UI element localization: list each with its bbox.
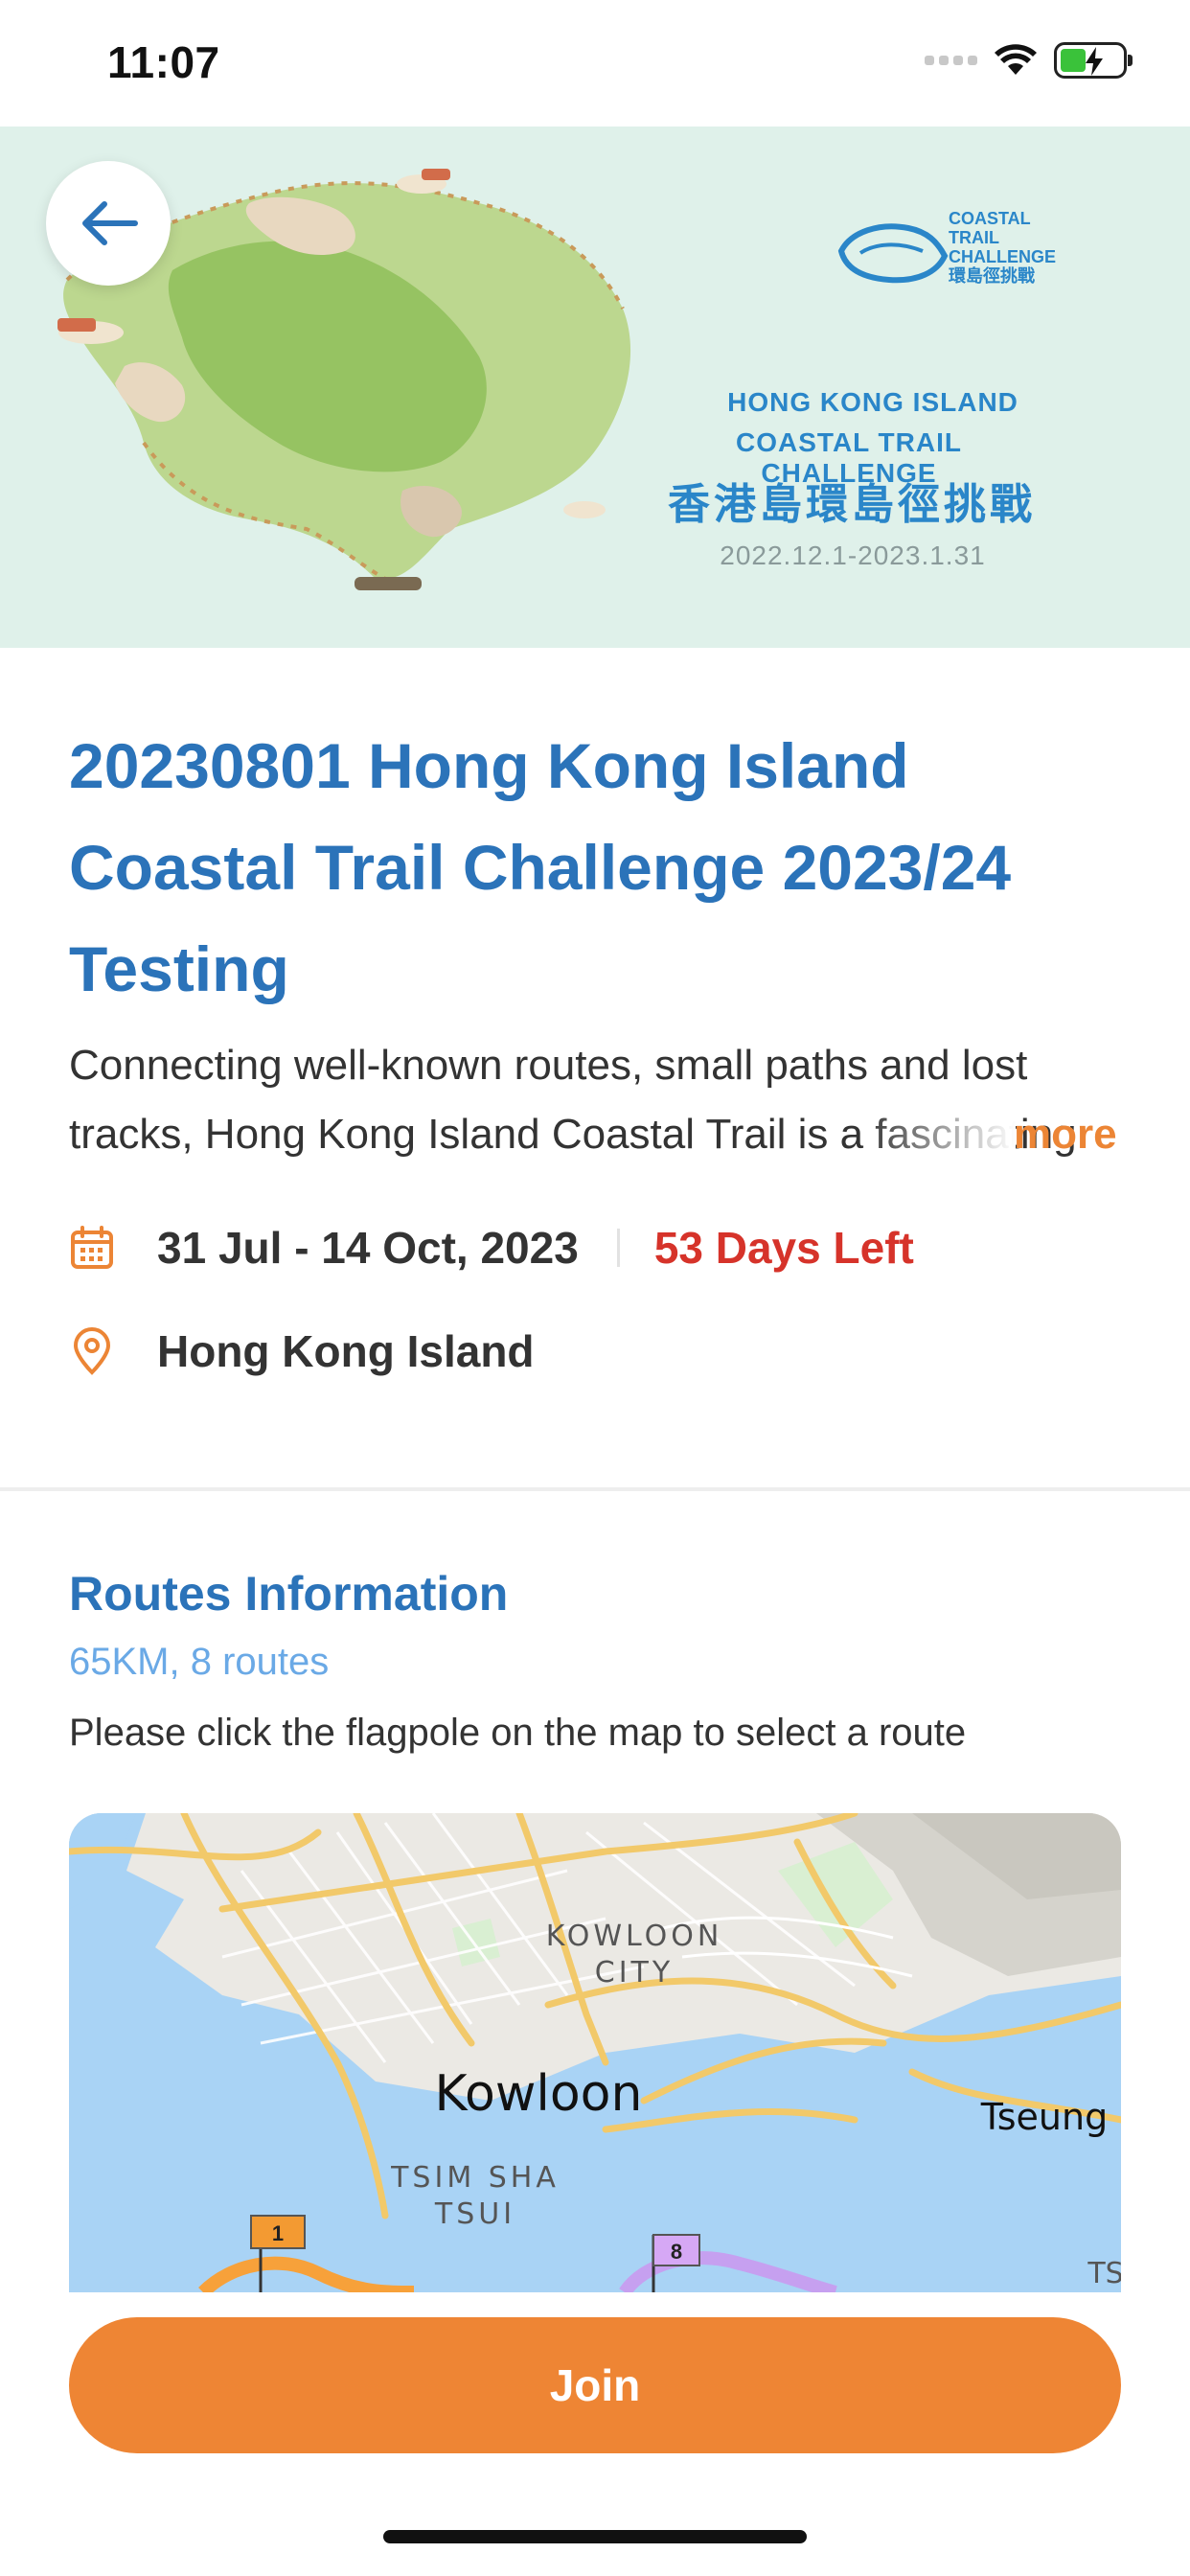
- status-icons: [925, 42, 1133, 79]
- map-label-tsim-sha-1: TSIM SHA: [390, 2161, 560, 2195]
- status-time: 11:07: [107, 37, 220, 87]
- status-bar: 11:07: [0, 0, 1190, 126]
- routes-summary: 65KM, 8 routes: [69, 1641, 330, 1683]
- more-link[interactable]: more: [1014, 1100, 1117, 1169]
- home-indicator: [383, 2530, 807, 2543]
- map-label-kowloon-city-2: CITY: [595, 1956, 674, 1990]
- location-text: Hong Kong Island: [157, 1326, 535, 1376]
- logo-text: COASTAL TRAIL CHALLENGE 環島徑挑戰: [949, 209, 1056, 286]
- map-label-kowloon: Kowloon: [435, 2065, 643, 2123]
- svg-text:8: 8: [671, 2240, 682, 2264]
- date-divider: [616, 1229, 620, 1267]
- join-button[interactable]: Join: [69, 2317, 1121, 2453]
- map-label-kowloon-city-1: KOWLOON: [546, 1920, 723, 1953]
- back-button[interactable]: [46, 161, 171, 286]
- calendar-icon: [69, 1225, 115, 1271]
- routes-map[interactable]: 1 8 KOWLOON CITY Kowloon TSIM SHA TSUI T…: [69, 1813, 1121, 2292]
- svg-text:1: 1: [272, 2221, 284, 2245]
- map-label-tseung: Tseung: [980, 2096, 1108, 2138]
- date-range: 31 Jul - 14 Oct, 2023: [157, 1223, 579, 1273]
- event-title: 20230801 Hong Kong Island Coastal Trail …: [69, 730, 1012, 1004]
- section-divider: [0, 1487, 1190, 1491]
- banner-title-en-line1: HONG KONG ISLAND: [727, 387, 1018, 417]
- banner-title-zh: 香港島環島徑挑戰: [668, 481, 1036, 528]
- map-canvas: 1 8 KOWLOON CITY Kowloon TSIM SHA TSUI T…: [69, 1813, 1121, 2292]
- arrow-left-icon: [82, 201, 138, 245]
- signal-dots-icon: [925, 56, 977, 65]
- banner-dates: 2022.12.1-2023.1.31: [720, 540, 986, 570]
- location-pin-icon: [69, 1327, 115, 1375]
- event-banner: COASTAL TRAIL CHALLENGE 環島徑挑戰 HONG KONG …: [0, 126, 1190, 648]
- wifi-icon: [995, 44, 1037, 75]
- routes-instruction: Please click the flagpole on the map to …: [69, 1712, 967, 1754]
- date-row: 31 Jul - 14 Oct, 2023 53 Days Left: [69, 1217, 914, 1278]
- routes-title: Routes Information: [69, 1567, 509, 1621]
- map-label-ts: TS: [1087, 2257, 1121, 2290]
- location-row: Hong Kong Island: [69, 1321, 535, 1382]
- description-fade: [862, 1100, 1016, 1169]
- battery-charging-icon: [1054, 42, 1133, 79]
- map-label-tsim-sha-2: TSUI: [434, 2197, 515, 2231]
- days-left-badge: 53 Days Left: [653, 1223, 914, 1273]
